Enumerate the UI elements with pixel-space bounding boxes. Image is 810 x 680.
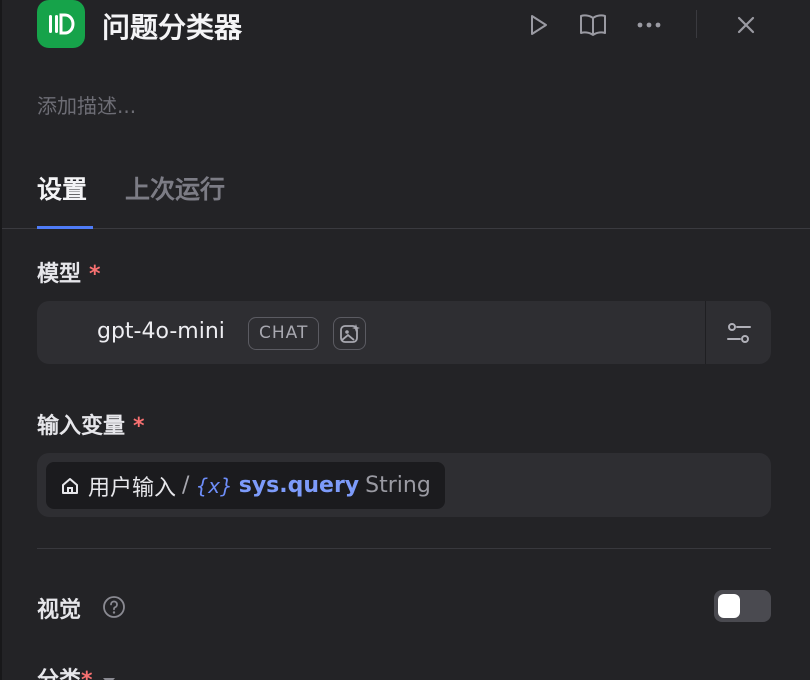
variable-name: sys.query: [238, 473, 360, 498]
run-button[interactable]: [521, 8, 555, 42]
close-icon: [737, 16, 755, 34]
input-variable-label: 输入变量 *: [37, 408, 145, 440]
model-selector: gpt-4o-mini CHAT: [37, 301, 771, 364]
header-divider: [696, 10, 697, 38]
more-horizontal-icon: [637, 22, 661, 28]
toggle-knob: [718, 594, 740, 618]
classifier-icon: [37, 0, 85, 48]
active-tab-indicator: [37, 226, 93, 229]
variable-icon: {x}: [195, 473, 233, 498]
tab-bar: 设置 上次运行: [2, 160, 810, 229]
play-icon: [531, 15, 547, 35]
sliders-icon: [727, 323, 751, 343]
variable-type: String: [365, 473, 431, 498]
docs-button[interactable]: [576, 8, 610, 42]
tab-settings[interactable]: 设置: [37, 170, 87, 206]
classes-label[interactable]: 分类*: [37, 662, 115, 680]
vision-capability-icon: [333, 317, 366, 350]
node-settings-panel: 问题分类器 添加描述... 设置 上次运行 模型 * gpt-4o-mini CH…: [0, 0, 810, 680]
panel-header: 问题分类器: [37, 0, 777, 50]
input-variable-field[interactable]: 用户输入 / {x} sys.query String: [37, 453, 771, 517]
variable-source: 用户输入: [88, 475, 177, 501]
more-options-button[interactable]: [632, 8, 666, 42]
model-label: 模型 *: [37, 256, 101, 288]
close-button[interactable]: [729, 8, 763, 42]
variable-separator: /: [182, 473, 190, 498]
section-divider: [37, 548, 771, 549]
vision-label: 视觉: [37, 598, 82, 623]
required-mark: *: [81, 668, 93, 680]
model-divider: [705, 301, 706, 364]
required-mark: *: [133, 414, 145, 439]
mode-badge: CHAT: [248, 317, 320, 350]
classes-label-text: 分类: [37, 668, 81, 680]
model-name[interactable]: gpt-4o-mini: [97, 319, 225, 344]
home-icon: [60, 475, 82, 497]
input-variable-label-text: 输入变量: [37, 414, 126, 439]
required-mark: *: [89, 262, 101, 287]
description-input[interactable]: 添加描述...: [37, 90, 136, 119]
page-title: 问题分类器: [102, 11, 243, 44]
model-label-text: 模型: [37, 262, 82, 287]
tab-last-run[interactable]: 上次运行: [125, 170, 225, 206]
book-open-icon: [580, 14, 606, 36]
model-params-button[interactable]: [717, 315, 761, 351]
variable-chip[interactable]: 用户输入 / {x} sys.query String: [46, 462, 445, 509]
vision-toggle[interactable]: [714, 590, 771, 622]
help-circle-icon[interactable]: [102, 595, 126, 619]
